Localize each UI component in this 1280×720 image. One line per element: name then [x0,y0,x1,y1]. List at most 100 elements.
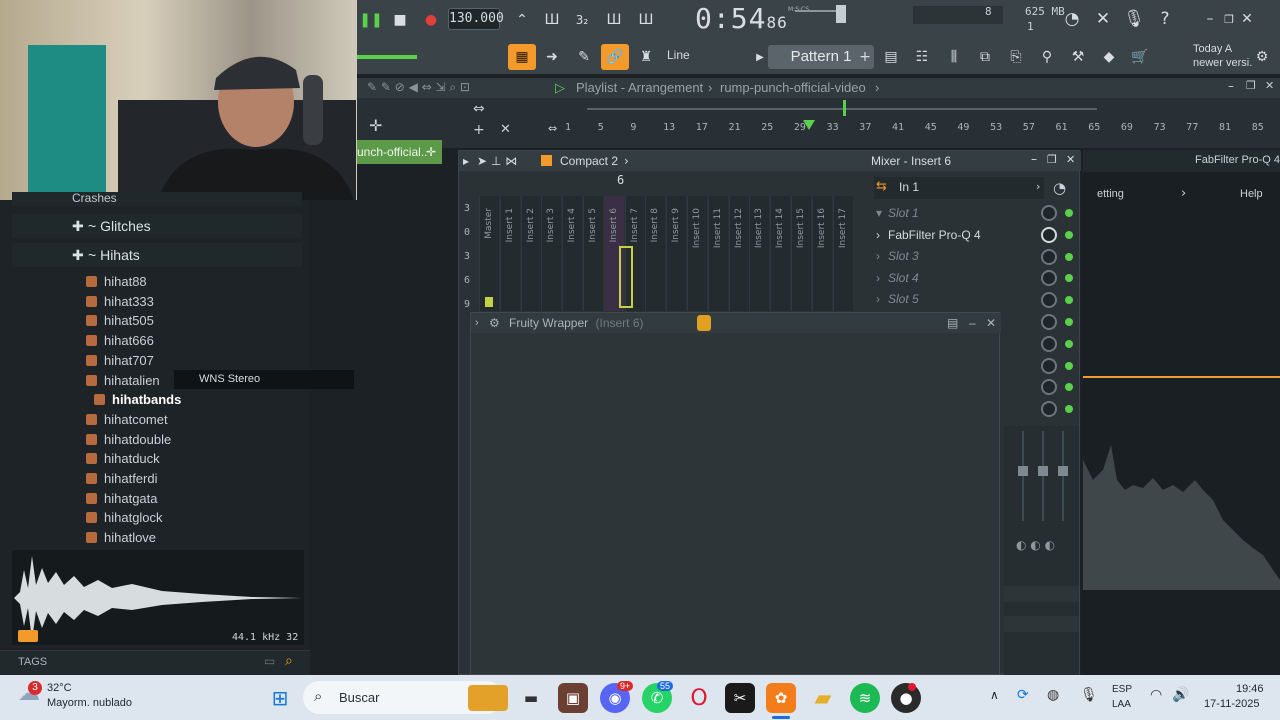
slot-mix-knob[interactable] [1041,226,1057,243]
slot-enable-led[interactable] [1065,274,1073,283]
microphone-icon[interactable]: 🎙 [1122,7,1146,31]
timeline-numbers[interactable]: 1 5 9 13 17 21 25 29 33 37 41 45 49 53 57 61 65 69 73 77 81 8… [565,122,1275,138]
sample-play-icon[interactable] [18,630,38,642]
ruler-number[interactable]: 41 [892,122,904,133]
ruler-number[interactable]: 13 [663,122,675,133]
ruler-number[interactable]: 73 [1154,122,1166,133]
capcut-icon[interactable]: ✂ [725,683,755,713]
file-item[interactable]: hihatglock [86,508,163,527]
plugin-icon[interactable]: ⧉ [973,45,997,69]
ruler-number[interactable]: 25 [761,122,773,133]
fab-setting-menu[interactable]: etting [1097,188,1124,200]
slot-enable-led[interactable] [1065,296,1073,305]
send-row-1[interactable] [1004,586,1079,602]
slot-mix-knob[interactable] [1041,205,1057,221]
slot-mix-knob[interactable] [1041,379,1057,396]
slot-arrow-icon[interactable]: ▾ [876,203,882,224]
slot-mix-knob[interactable] [1041,401,1057,418]
play-arrangement-icon[interactable]: ▷ [555,80,565,96]
eq-curve[interactable] [1083,376,1280,378]
fx-clock-icon[interactable]: ◔ [1053,179,1066,197]
ruler-number[interactable]: 9 [630,122,636,133]
slot-enable-led[interactable] [1065,318,1073,326]
lang-line-1[interactable]: ESP [1112,684,1132,695]
menu-arrow-icon[interactable]: ▸ [463,154,469,168]
delete-icon[interactable]: ✕ [500,122,511,137]
slot-enable-led[interactable] [1065,252,1073,261]
playlist-track-clip[interactable]: unch-official.. ✛ [355,140,442,164]
tag-icon[interactable]: ◆ [1097,45,1121,69]
ruler-number[interactable]: 45 [925,122,937,133]
file-item[interactable]: hihatferdi [86,469,157,488]
slot-enable-led[interactable] [1065,339,1073,348]
file-item[interactable]: hihat88 [86,272,147,291]
send-row-2[interactable] [1004,616,1079,632]
snap-icon[interactable]: ✛ [369,116,382,135]
mixer-strip[interactable]: Insert 5 [583,196,603,311]
slot-enable-led[interactable] [1065,405,1073,414]
app-record-icon[interactable]: ● [891,683,921,713]
mixer-strip[interactable]: Insert 4 [562,196,583,311]
file-explorer-icon[interactable]: ▰ [808,683,838,713]
mixer-view-mode[interactable]: Compact 2 [560,154,618,168]
mixer-icon[interactable]: ⫼ [942,45,966,69]
view-arrow-icon[interactable]: › [624,154,629,168]
master-level-slider[interactable] [357,55,417,59]
slot-mix-knob[interactable] [1041,270,1057,287]
link-icon[interactable]: 🔗 [601,44,629,70]
record-button[interactable]: ● [419,8,443,32]
tray-network-icon[interactable]: ◍ [1047,687,1059,703]
mixer-strip[interactable]: Insert 9 [666,196,687,311]
tools-icon[interactable]: ✕ [1091,7,1115,31]
help-icon[interactable]: ? [1153,7,1177,31]
mixer-strip[interactable]: Insert 14 [770,196,791,311]
slot-arrow-icon[interactable]: › [876,289,880,310]
browser-icon[interactable]: ⎘ [1004,45,1028,69]
file-item[interactable]: hihat333 [86,292,154,311]
file-item-selected[interactable]: hihatbands [94,390,181,409]
mixer-strip[interactable]: Insert 11 [707,196,728,311]
ruler-number[interactable]: 49 [957,122,969,133]
zoom-icon[interactable]: ⇔ [548,122,557,135]
slot-mix-knob[interactable] [1041,292,1057,309]
fl-studio-icon[interactable]: ✿ [766,683,796,713]
slot-enable-led[interactable] [1065,383,1073,392]
fx-slot-fabfilter[interactable]: › FabFilter Pro-Q 4 [872,225,1042,246]
metronome-icon[interactable]: ⌃ [510,8,534,32]
news-line-1[interactable]: Today A [1193,43,1232,55]
folder-hihats[interactable]: ✚ ~ Hihats [12,243,302,267]
mixer-tool-icons[interactable]: ➤ ⊥ ⋈ [477,154,517,168]
slot-enable-led[interactable] [1065,361,1073,370]
fader-handle-2[interactable] [1038,466,1048,476]
wrapper-arrow-icon[interactable]: › [475,313,479,333]
mixer-strip[interactable]: Insert 17 [832,196,853,311]
file-item[interactable]: hihatgata [86,489,158,508]
master-volume-handle[interactable] [836,5,846,23]
channel-rack-icon[interactable]: ☷ [910,45,934,69]
playlist-close-icon[interactable]: ✕ [1265,79,1274,92]
scroll-thumb[interactable] [843,100,846,116]
fader-track-1[interactable] [1022,431,1024,521]
slot-enable-led[interactable] [1065,230,1073,239]
slot-mix-knob[interactable] [1041,314,1057,330]
fx-slot[interactable]: › Slot 3 [872,246,1042,267]
wrapper-minimize-icon[interactable]: – [969,313,976,333]
mixer-strip[interactable]: Insert 2 [520,196,541,311]
ruler-number[interactable]: 5 [598,122,604,133]
fader-handle-1[interactable] [1018,466,1028,476]
mixer-strip[interactable]: Insert 1 [499,196,520,311]
input-selector[interactable]: ⇆ In 1 › [874,177,1044,199]
mixer-strip-master[interactable]: Master [479,196,499,311]
stop-button[interactable]: ■ [388,8,412,32]
tray-sync-icon[interactable]: ⟳ [1017,687,1029,703]
mixer-strip[interactable]: Insert 10 [687,196,707,311]
wrapper-menu-icon[interactable]: ▤ [947,313,958,333]
file-item[interactable]: hihatcomet [86,410,168,429]
fader-track-2[interactable] [1042,431,1044,521]
playlist-icon[interactable]: ▤ [879,45,903,69]
add-icon[interactable]: + [473,122,485,138]
play-button[interactable]: ❚❚ [359,8,383,32]
track-add-icon[interactable]: ✛ [426,140,436,164]
spotify-icon[interactable]: ≋ [850,683,880,713]
slot-mix-knob[interactable] [1041,335,1057,352]
